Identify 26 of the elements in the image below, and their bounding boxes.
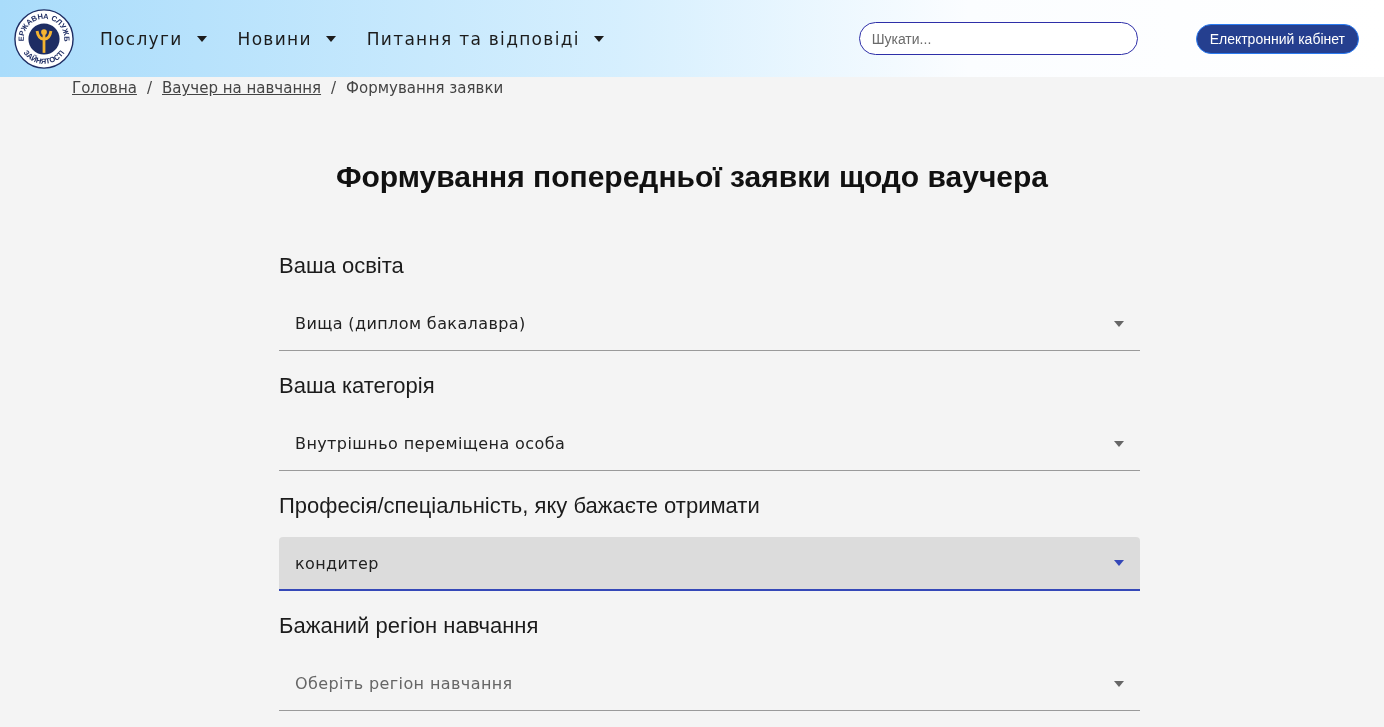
nav-menu-item[interactable]: Новини: [237, 28, 336, 49]
caret-icon: [1114, 560, 1124, 566]
caret-icon: [325, 35, 336, 42]
select-field[interactable]: Оберіть регіон навчання: [279, 657, 1140, 711]
caret-icon: [1114, 680, 1124, 687]
caret-icon: [1114, 320, 1124, 327]
select-field[interactable]: Вища (диплом бакалавра): [279, 297, 1140, 351]
caret-icon: [593, 35, 604, 42]
breadcrumb-separator: /: [146, 79, 152, 97]
search-field[interactable]: Шукати...: [858, 22, 1138, 55]
field-label: Ваша освіта: [279, 252, 405, 280]
page-title: Формування попередньої заявки щодо ваучера: [334, 159, 1050, 195]
cabinet-button[interactable]: Електронний кабінет: [1195, 23, 1359, 54]
caret-icon: [1114, 440, 1124, 447]
breadcrumb-separator: /: [331, 79, 337, 97]
select-field[interactable]: кондитер: [279, 537, 1140, 591]
field-label: Ваша категорія: [279, 372, 436, 400]
select-field[interactable]: Внутрішньо переміщена особа: [279, 417, 1140, 471]
field-label: Професія/спеціальність, яку бажаєте отримати: [279, 492, 761, 520]
field-label: Бажаний регіон навчання: [279, 612, 540, 640]
breadcrumb-link[interactable]: Ваучер на навчання: [162, 79, 322, 97]
nav-menu-item[interactable]: Питання та відповіді: [366, 28, 604, 49]
caret-icon: [196, 35, 207, 42]
breadcrumb-link[interactable]: Головна: [72, 79, 137, 97]
nav-menu-item[interactable]: Послуги: [100, 28, 207, 49]
breadcrumb-current: Формування заявки: [346, 79, 504, 97]
